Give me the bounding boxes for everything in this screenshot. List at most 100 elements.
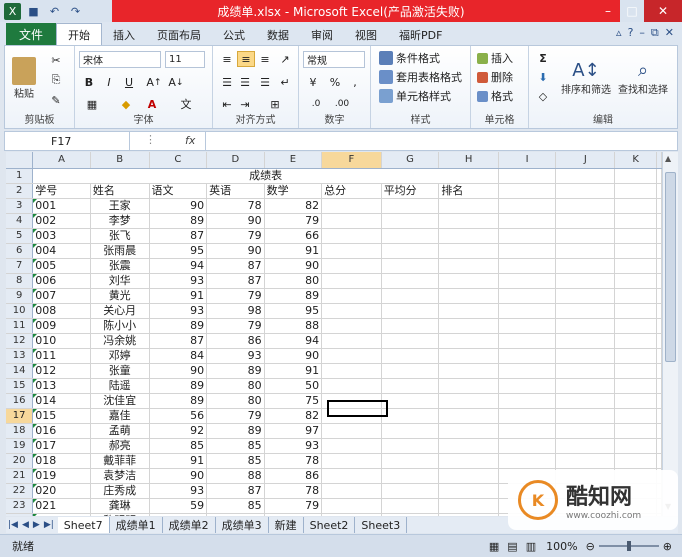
cell[interactable] [656, 393, 662, 409]
score-cell[interactable]: 79 [264, 498, 323, 514]
score-cell[interactable]: 80 [206, 393, 265, 409]
cell[interactable] [438, 333, 499, 349]
student-name-cell[interactable]: 孟萌 [90, 423, 150, 439]
cell[interactable] [555, 198, 616, 214]
cell[interactable] [321, 378, 382, 394]
row-header[interactable]: 11 [6, 318, 34, 334]
score-cell[interactable]: 90 [264, 258, 323, 274]
row-header[interactable]: 15 [6, 378, 34, 394]
sheet-tab[interactable]: Sheet3 [355, 517, 408, 533]
autosum-button[interactable]: Σ [535, 50, 551, 66]
tab-home[interactable]: 开始 [56, 23, 102, 46]
row-header[interactable]: 10 [6, 303, 34, 319]
score-cell[interactable]: 94 [264, 333, 323, 349]
score-cell[interactable]: 95 [264, 303, 323, 319]
font-size-select[interactable]: 11 [165, 51, 205, 68]
cell[interactable] [381, 468, 440, 484]
cell[interactable] [321, 273, 382, 289]
score-cell[interactable]: 66 [264, 228, 323, 244]
cell[interactable] [381, 213, 440, 229]
cell[interactable] [656, 168, 662, 184]
cell[interactable] [614, 273, 657, 289]
student-id-cell[interactable]: 022 [32, 513, 91, 516]
score-cell[interactable]: 79 [206, 318, 265, 334]
cell[interactable] [438, 468, 499, 484]
score-cell[interactable]: 88 [206, 468, 265, 484]
score-cell[interactable]: 89 [264, 288, 323, 304]
column-header[interactable]: F [321, 152, 382, 169]
cell[interactable] [438, 258, 499, 274]
student-id-cell[interactable]: 018 [32, 453, 91, 469]
cell[interactable] [438, 438, 499, 454]
score-cell[interactable]: 90 [206, 243, 265, 259]
tab-data[interactable]: 数据 [256, 24, 300, 46]
cell[interactable] [614, 258, 657, 274]
score-cell[interactable]: 87 [206, 273, 265, 289]
cell[interactable] [614, 228, 657, 244]
help-icon[interactable]: ? [628, 26, 634, 40]
align-right-icon[interactable]: ☰ [257, 74, 273, 90]
cell[interactable] [381, 363, 440, 379]
cell[interactable] [381, 498, 440, 514]
cell[interactable] [321, 423, 382, 439]
student-id-cell[interactable]: 005 [32, 258, 91, 274]
cell[interactable] [614, 348, 657, 364]
scrollbar-thumb[interactable] [665, 172, 676, 362]
cell[interactable] [656, 378, 662, 394]
cell[interactable] [321, 348, 382, 364]
column-header[interactable]: D [206, 152, 265, 169]
student-id-cell[interactable]: 014 [32, 393, 91, 409]
select-all-corner[interactable] [6, 152, 34, 169]
cell[interactable] [555, 453, 616, 469]
prev-sheet-icon[interactable]: ◀ [20, 520, 31, 530]
score-cell[interactable]: 80 [206, 378, 265, 394]
cell[interactable] [381, 378, 440, 394]
cell[interactable] [498, 438, 557, 454]
cell[interactable] [555, 303, 616, 319]
find-select-button[interactable]: ⌕ 查找和选择 [615, 52, 671, 104]
score-cell[interactable]: 91 [149, 453, 208, 469]
cell[interactable] [614, 318, 657, 334]
header-cell[interactable]: 姓名 [90, 183, 150, 199]
maximize-icon[interactable]: □ [620, 0, 644, 22]
cell[interactable] [656, 198, 662, 214]
cell[interactable] [656, 453, 662, 469]
column-header[interactable]: B [90, 152, 150, 169]
score-cell[interactable]: 86 [264, 468, 323, 484]
student-name-cell[interactable]: 冯余姚 [90, 333, 150, 349]
score-cell[interactable]: 93 [149, 513, 208, 516]
cell[interactable] [614, 288, 657, 304]
cell[interactable] [438, 483, 499, 499]
row-header[interactable]: 9 [6, 288, 34, 304]
cell[interactable] [438, 513, 499, 516]
student-name-cell[interactable]: 陈小小 [90, 318, 150, 334]
cell[interactable] [614, 453, 657, 469]
cell[interactable] [381, 423, 440, 439]
cell[interactable] [498, 318, 557, 334]
format-cells-button[interactable]: 格式 [477, 88, 527, 104]
cell[interactable] [614, 198, 657, 214]
score-cell[interactable]: 85 [206, 498, 265, 514]
student-id-cell[interactable]: 012 [32, 363, 91, 379]
score-cell[interactable]: 91 [264, 363, 323, 379]
sheet-tab[interactable]: 成绩单1 [110, 517, 163, 533]
cell[interactable] [381, 258, 440, 274]
cell[interactable] [321, 213, 382, 229]
bold-button[interactable]: B [81, 74, 97, 90]
cell[interactable] [321, 498, 382, 514]
redo-icon[interactable]: ↷ [67, 3, 84, 20]
cell[interactable] [555, 273, 616, 289]
student-name-cell[interactable]: 张童 [90, 363, 150, 379]
cell[interactable] [321, 288, 382, 304]
sheet-tab[interactable]: Sheet7 [57, 517, 110, 533]
cell[interactable] [438, 498, 499, 514]
cell[interactable] [321, 333, 382, 349]
normal-view-icon[interactable]: ▦ [489, 540, 499, 553]
score-cell[interactable]: 95 [149, 243, 208, 259]
student-name-cell[interactable]: 嘉佳 [90, 408, 150, 424]
score-cell[interactable]: 97 [264, 423, 323, 439]
font-color-icon[interactable]: A [141, 96, 163, 112]
insert-function-button[interactable]: fx [185, 134, 195, 147]
cell[interactable] [498, 183, 557, 199]
cell[interactable] [498, 168, 557, 184]
